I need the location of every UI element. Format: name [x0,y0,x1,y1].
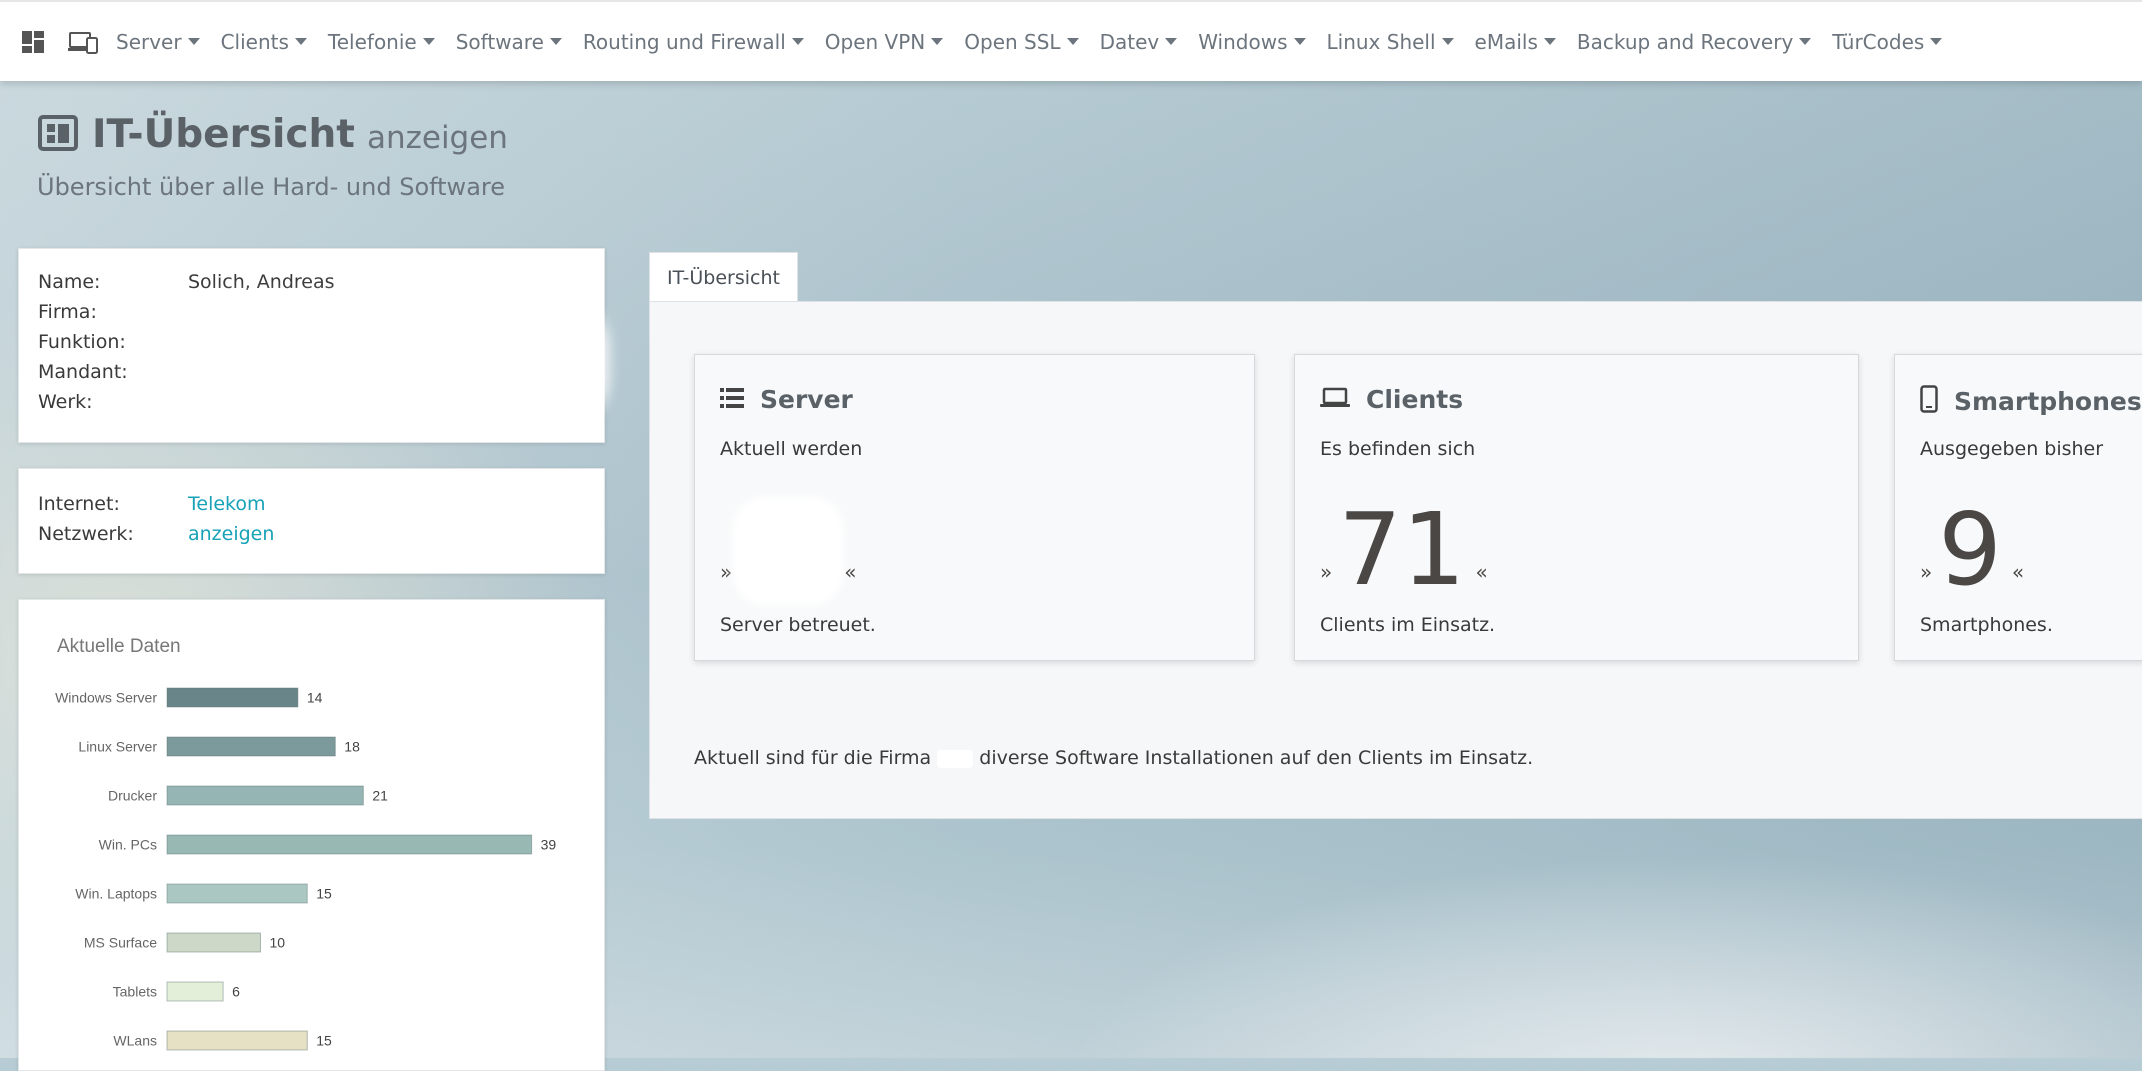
chevron-down-icon [1799,38,1812,45]
bar-category-label: WLans [113,1033,157,1049]
clients-count: 71 [1338,491,1466,608]
bar-category-label: Windows Server [55,690,157,706]
bar-value-label: 21 [372,788,388,804]
bar-category-label: MS Surface [84,935,157,951]
smartphones-stat-caption: Smartphones. [1920,614,2053,636]
chevron-down-icon [1165,38,1178,45]
clients-stat-card: Clients Es befinden sich » 71 « Clients … [1294,354,1859,661]
bar-value-label: 6 [232,984,240,1000]
nav-emails[interactable]: eMails [1475,30,1556,54]
smartphones-count: 9 [1938,491,2002,608]
clients-stat-title: Clients [1366,385,1464,414]
nav-linux-shell[interactable]: Linux Shell [1327,30,1454,54]
bar[interactable] [166,1030,308,1051]
redacted-count [937,749,974,768]
bar-category-label: Drucker [108,788,157,804]
chevron-down-icon [1066,38,1079,45]
bar-category-label: Tablets [113,984,157,1000]
bar-value-label: 10 [270,935,286,951]
smartphones-stat-value: » 9 « [1920,491,2025,608]
nav-windows[interactable]: Windows [1198,30,1306,54]
chevron-down-icon [1543,38,1556,45]
dashboard-icon[interactable] [21,30,45,54]
bar-value-label: 15 [316,886,332,902]
server-stat-caption: Server betreuet. [720,614,876,636]
tab-panel: Server Aktuell werden » « Server betreue… [649,301,2142,819]
user-info-card: Name: Solich, Andreas Firma: Funktion: Ma… [18,248,605,443]
software-summary: Aktuell sind für die Firma diverse Softw… [694,747,1534,769]
smartphones-stat-title: Smartphones [1954,386,2142,416]
redacted-value [738,502,839,600]
nav-telefonie[interactable]: Telefonie [328,30,435,54]
clients-stat-caption: Clients im Einsatz. [1320,614,1496,636]
info-row-name: Name: Solich, Andreas [38,271,335,293]
bar[interactable] [166,834,533,855]
smartphones-stat-header: Smartphones [1920,385,2142,417]
chevron-down-icon [549,38,562,45]
chevron-down-icon [422,38,435,45]
nav-open-vpn[interactable]: Open VPN [825,30,944,54]
clients-stat-header: Clients [1320,385,1463,414]
tab-it-uebersicht[interactable]: IT-Übersicht [649,252,798,303]
chevron-down-icon [931,38,944,45]
bar-chart: Windows Server 14 Linux Server 18 Drucker 21 W… [55,687,557,1051]
bar-value-label: 14 [307,690,323,706]
nav-server[interactable]: Server [116,30,200,54]
server-stat-value: » « [720,490,857,600]
nav-routing-firewall[interactable]: Routing und Firewall [583,30,804,54]
smartphones-stat-card: Smartphones Ausgegeben bisher » 9 « Smar… [1894,354,2142,661]
page-title-suffix: anzeigen [366,119,508,156]
clients-stat-value: » 71 « [1320,491,1488,608]
top-navbar: Server Clients Telefonie Software Routin… [0,0,2142,81]
nav-clients[interactable]: Clients [221,30,307,54]
server-stat-intro: Aktuell werden [720,438,863,460]
bar-category-label: Win. Laptops [75,886,157,902]
overview-icon [38,114,78,155]
bar[interactable] [166,736,336,757]
bar[interactable] [166,981,224,1002]
page-subtitle: Übersicht über alle Hard- und Software [37,173,505,201]
bar[interactable] [166,785,364,806]
nav-open-ssl[interactable]: Open SSL [964,30,1079,54]
chevron-down-icon [791,38,804,45]
chevron-down-icon [1293,38,1306,45]
page-title: IT-Übersicht anzeigen [38,112,508,157]
server-stat-title: Server [760,385,853,414]
bar-value-label: 15 [316,1033,332,1049]
info-row-netzwerk: Netzwerk: anzeigen [38,523,275,545]
chevron-down-icon [1441,38,1454,45]
nav-tuercodes[interactable]: TürCodes [1832,30,1943,54]
chevron-down-icon [1930,38,1943,45]
current-data-chart-card: Aktuelle Daten Windows Server 14 Linux Ser… [18,599,605,1071]
bar[interactable] [166,883,308,904]
nav-backup-recovery[interactable]: Backup and Recovery [1577,30,1812,54]
redacted-area [182,307,598,419]
bar[interactable] [166,687,299,708]
server-icon [720,387,744,413]
network-show-link[interactable]: anzeigen [188,523,274,545]
network-info-card: Internet: Telekom Netzwerk: anzeigen [18,468,605,574]
nav-datev[interactable]: Datev [1100,30,1178,54]
bar[interactable] [166,932,261,953]
bar-category-label: Linux Server [78,739,157,755]
server-stat-card: Server Aktuell werden » « Server betreue… [694,354,1255,661]
bar-category-label: Win. PCs [99,837,157,853]
internet-provider-link[interactable]: Telekom [188,493,266,515]
info-row-internet: Internet: Telekom [38,493,266,515]
server-stat-header: Server [720,385,853,414]
bar-value-label: 18 [344,739,360,755]
smartphone-icon [1920,385,1938,417]
smartphones-stat-intro: Ausgegeben bisher [1920,438,2104,460]
nav-software[interactable]: Software [456,30,562,54]
page-title-text: IT-Übersicht [92,112,355,157]
clients-stat-intro: Es befinden sich [1320,438,1476,460]
devices-icon[interactable] [68,30,98,54]
laptop-icon [1320,387,1350,413]
bar-value-label: 39 [541,837,557,853]
chevron-down-icon [187,38,200,45]
chevron-down-icon [294,38,307,45]
